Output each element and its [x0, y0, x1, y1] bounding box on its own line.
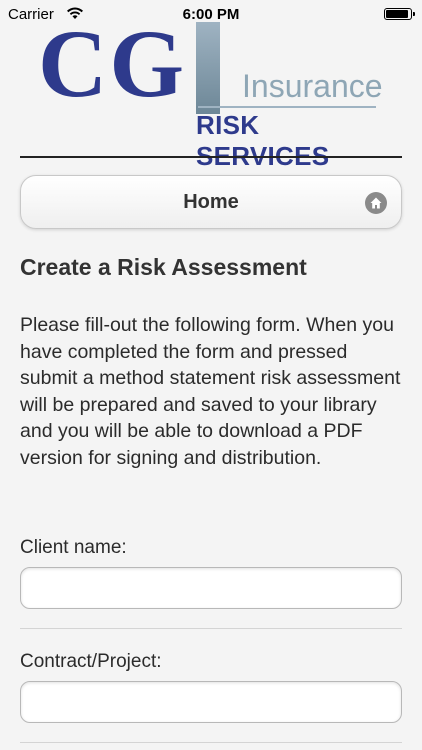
- contract-project-input[interactable]: [20, 681, 402, 723]
- home-button-label: Home: [183, 191, 239, 213]
- battery-icon: [384, 8, 415, 20]
- logo-insurance: Insurance: [242, 68, 383, 104]
- logo-letter-i: [196, 22, 220, 114]
- field-separator: [20, 628, 402, 629]
- home-button[interactable]: Home: [20, 175, 402, 229]
- header-divider: [20, 156, 402, 158]
- home-icon: [365, 192, 387, 214]
- form-intro: Please fill-out the following form. When…: [20, 314, 401, 469]
- client-name-input[interactable]: [20, 567, 402, 609]
- logo-brand: CG: [38, 10, 186, 117]
- client-name-label: Client name:: [20, 537, 127, 558]
- contract-project-label: Contract/Project:: [20, 651, 162, 672]
- cgi-logo: CG Insurance RISK SERVICES: [38, 10, 388, 172]
- logo-rule: [198, 106, 376, 108]
- field-separator: [20, 742, 402, 743]
- page-title: Create a Risk Assessment: [20, 254, 307, 280]
- logo-risk-services: RISK SERVICES: [196, 110, 330, 171]
